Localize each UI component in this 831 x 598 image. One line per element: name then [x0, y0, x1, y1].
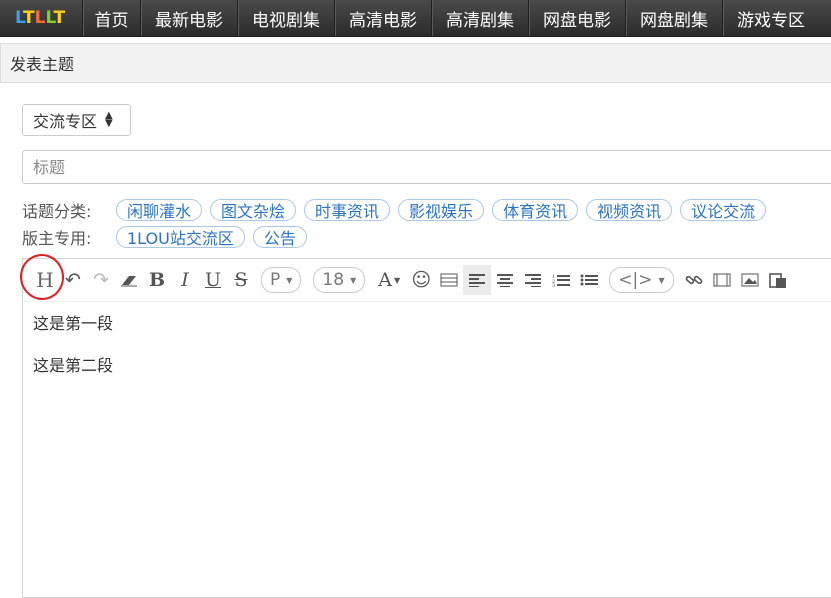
topic-tag[interactable]: 闲聊灌水 — [116, 199, 203, 221]
italic-icon[interactable]: I — [171, 265, 199, 295]
link-icon[interactable] — [680, 265, 708, 295]
underline-icon[interactable]: U — [199, 265, 227, 295]
bold-icon[interactable]: B — [143, 265, 171, 295]
eraser-icon[interactable] — [115, 265, 143, 295]
nav-home[interactable]: 首页 — [82, 0, 140, 36]
topic-tag[interactable]: 议论交流 — [680, 199, 767, 221]
forum-select-value: 交流专区 — [33, 112, 98, 131]
moderator-category-row: 版主专用: 1LOU站交流区 公告 — [22, 225, 315, 249]
editor-paragraph: 这是第二段 — [33, 356, 114, 375]
topic-tag[interactable]: 影视娱乐 — [398, 199, 485, 221]
code-dropdown[interactable]: <|> ▼ — [609, 267, 674, 293]
topic-category-row: 话题分类: 闲聊灌水 图文杂烩 时事资讯 影视娱乐 体育资讯 视频资讯 议论交流 — [22, 198, 774, 222]
nav-latest-movies[interactable]: 最新电影 — [140, 0, 237, 36]
unordered-list-icon[interactable] — [575, 265, 603, 295]
video-icon[interactable] — [708, 265, 736, 295]
font-size-value: 18 — [322, 270, 345, 290]
page-header: 发表主题 — [0, 43, 831, 83]
font-size-dropdown[interactable]: 18 ▼ — [313, 267, 366, 293]
chevron-down-icon: ▼ — [658, 275, 665, 285]
emoji-icon[interactable]: ☺ — [407, 265, 435, 295]
ordered-list-icon[interactable]: 123 — [547, 265, 575, 295]
chevron-down-icon: ▼ — [286, 275, 293, 285]
chevron-down-icon: ▼ — [350, 275, 357, 285]
select-arrows-icon: ▲ ▼ — [105, 110, 113, 129]
topic-tag[interactable]: 时事资讯 — [304, 199, 391, 221]
nav-games[interactable]: 游戏专区 — [722, 0, 819, 36]
moderator-tag[interactable]: 1LOU站交流区 — [116, 226, 245, 248]
rich-text-editor: H ↶ ↷ B I U S P ▼ 18 ▼ A ▼ ☺ 1 2 3 <|> ▼… — [22, 258, 831, 598]
site-logo[interactable]: LTLLT — [0, 0, 82, 36]
nav-cloud-movies[interactable]: 网盘电影 — [528, 0, 625, 36]
moderator-tag[interactable]: 公告 — [252, 226, 307, 248]
redo-icon[interactable]: ↷ — [87, 265, 115, 295]
topic-label: 话题分类: — [22, 202, 92, 221]
nav-hd-series[interactable]: 高清剧集 — [431, 0, 528, 36]
nav-hd-movies[interactable]: 高清电影 — [334, 0, 431, 36]
strikethrough-icon[interactable]: S — [227, 265, 255, 295]
forum-select[interactable]: 交流专区 ▲ ▼ — [22, 104, 131, 136]
topic-tag[interactable]: 视频资讯 — [586, 199, 673, 221]
image-icon[interactable] — [736, 265, 764, 295]
page-title: 发表主题 — [10, 55, 75, 74]
font-color-icon[interactable]: A ▼ — [371, 265, 407, 295]
topic-tag[interactable]: 图文杂烩 — [210, 199, 297, 221]
align-center-icon[interactable] — [491, 265, 519, 295]
top-navigation: LTLLT 首页 最新电影 电视剧集 高清电影 高清剧集 网盘电影 网盘剧集 游… — [0, 0, 831, 37]
paragraph-format-value: P — [270, 270, 281, 290]
editor-paragraph: 这是第一段 — [33, 314, 114, 333]
moderator-label: 版主专用: — [22, 229, 92, 248]
align-left-icon[interactable] — [463, 265, 492, 295]
editor-toolbar: H ↶ ↷ B I U S P ▼ 18 ▼ A ▼ ☺ 1 2 3 <|> ▼ — [23, 259, 831, 302]
title-input[interactable] — [22, 150, 831, 184]
logo-text: LTLLT — [15, 8, 66, 28]
topic-tag[interactable]: 体育资讯 — [492, 199, 579, 221]
nav-cloud-series[interactable]: 网盘剧集 — [625, 0, 722, 36]
svg-text:3: 3 — [552, 283, 555, 287]
editor-content[interactable]: 这是第一段 这是第二段 — [23, 302, 831, 402]
code-label: <|> — [618, 270, 653, 290]
paste-icon[interactable] — [764, 265, 792, 295]
paragraph-format-dropdown[interactable]: P ▼ — [261, 267, 302, 293]
align-right-icon[interactable] — [519, 265, 547, 295]
nav-tv-series[interactable]: 电视剧集 — [237, 0, 334, 36]
table-icon[interactable] — [435, 265, 463, 295]
